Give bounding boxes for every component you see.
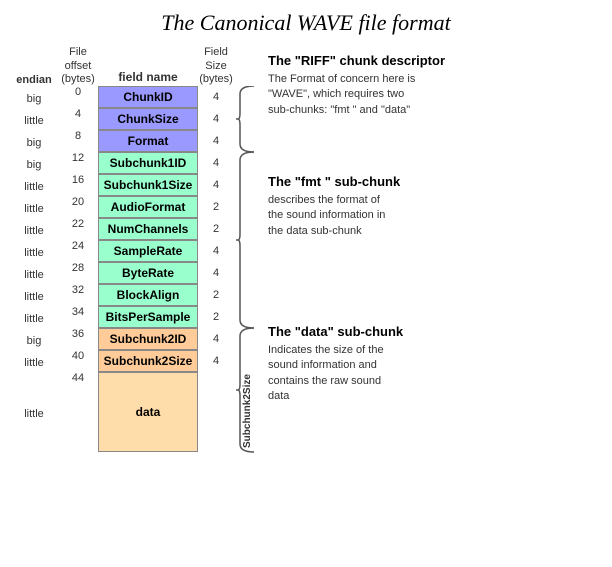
size-cell: 4 <box>198 130 234 152</box>
endian-cell: little <box>10 176 58 198</box>
annotation-text: describes the format of the sound inform… <box>268 193 483 239</box>
size-cell: 2 <box>198 218 234 240</box>
offset-cell: 24 <box>58 240 98 262</box>
offset-cell: 44 <box>58 372 98 452</box>
size-cell: 4 <box>198 350 234 372</box>
field-cell: ChunkSize <box>98 108 198 130</box>
size-cell <box>198 372 234 452</box>
offset-cell: 32 <box>58 284 98 306</box>
field-cell: Subchunk1Size <box>98 174 198 196</box>
offset-cell: 0 <box>58 86 98 108</box>
field-cell: Subchunk2ID <box>98 328 198 350</box>
endian-cell: big <box>10 132 58 154</box>
field-cell: ByteRate <box>98 262 198 284</box>
annotation-block: The "data" sub-chunk Indicates the size o… <box>268 324 483 405</box>
offset-cell: 40 <box>58 350 98 372</box>
field-cell: AudioFormat <box>98 196 198 218</box>
annotation-text: Indicates the size of the sound informat… <box>268 343 483 405</box>
size-cell: 4 <box>198 174 234 196</box>
page-title: The Canonical WAVE file format <box>10 10 602 36</box>
endian-cell: little <box>10 352 58 374</box>
field-cell: BlockAlign <box>98 284 198 306</box>
endian-cell: big <box>10 88 58 110</box>
field-cell: Subchunk2Size <box>98 350 198 372</box>
endian-cell: little <box>10 110 58 132</box>
size-header: Field Size (bytes) <box>198 48 234 86</box>
offset-header: File offset (bytes) <box>58 48 98 86</box>
endian-column: endian biglittlebigbiglittlelittlelittle… <box>10 48 58 454</box>
offset-cell: 22 <box>58 218 98 240</box>
field-table: field name ChunkIDChunkSizeFormatSubchun… <box>98 48 198 452</box>
size-cell: 4 <box>198 108 234 130</box>
offset-cell: 8 <box>58 130 98 152</box>
offset-cell: 20 <box>58 196 98 218</box>
field-cell: Subchunk1ID <box>98 152 198 174</box>
annotation-text: The Format of concern here is "WAVE", wh… <box>268 72 483 118</box>
size-cell: 4 <box>198 328 234 350</box>
size-cell: 4 <box>198 152 234 174</box>
annotation-title: The "RIFF" chunk descriptor <box>268 53 483 68</box>
size-cell: 2 <box>198 306 234 328</box>
size-cell: 2 <box>198 196 234 218</box>
field-cell: BitsPerSample <box>98 306 198 328</box>
endian-cell: little <box>10 220 58 242</box>
brace-path <box>238 152 254 328</box>
endian-cell: big <box>10 330 58 352</box>
offset-cell: 12 <box>58 152 98 174</box>
endian-cell: little <box>10 308 58 330</box>
field-cell: data <box>98 372 198 452</box>
size-cell: 4 <box>198 86 234 108</box>
annotation-title: The "data" sub-chunk <box>268 324 483 339</box>
field-cell: Format <box>98 130 198 152</box>
page: { "title": "The Canonical WAVE file form… <box>0 0 612 567</box>
annotation-block: The "fmt " sub-chunk describes the format… <box>268 174 483 239</box>
offset-cell: 4 <box>58 108 98 130</box>
size-column: Field Size (bytes) 4444422442244 <box>198 48 234 452</box>
field-cell: ChunkID <box>98 86 198 108</box>
annotation-title: The "fmt " sub-chunk <box>268 174 483 189</box>
endian-cell: little <box>10 286 58 308</box>
field-cell: SampleRate <box>98 240 198 262</box>
endian-cell: little <box>10 242 58 264</box>
subchunk2size-label: Subchunk2Size <box>242 376 253 448</box>
endian-cell: big <box>10 154 58 176</box>
endian-cell: little <box>10 198 58 220</box>
offset-cell: 34 <box>58 306 98 328</box>
size-cell: 4 <box>198 240 234 262</box>
endian-cell: little <box>10 374 58 454</box>
offset-cell: 16 <box>58 174 98 196</box>
field-name-header: field name <box>98 48 198 86</box>
main-layout: endian biglittlebigbiglittlelittlelittle… <box>10 48 602 454</box>
offset-cell: 28 <box>58 262 98 284</box>
offset-column: File offset (bytes) 04812162022242832343… <box>58 48 98 452</box>
brace-path <box>238 86 254 152</box>
offset-cell: 36 <box>58 328 98 350</box>
endian-header: endian <box>16 48 51 86</box>
endian-cell: little <box>10 264 58 286</box>
annotation-block: The "RIFF" chunk descriptor The Format of… <box>268 53 483 118</box>
field-cell: NumChannels <box>98 218 198 240</box>
size-cell: 2 <box>198 284 234 306</box>
size-cell: 4 <box>198 262 234 284</box>
